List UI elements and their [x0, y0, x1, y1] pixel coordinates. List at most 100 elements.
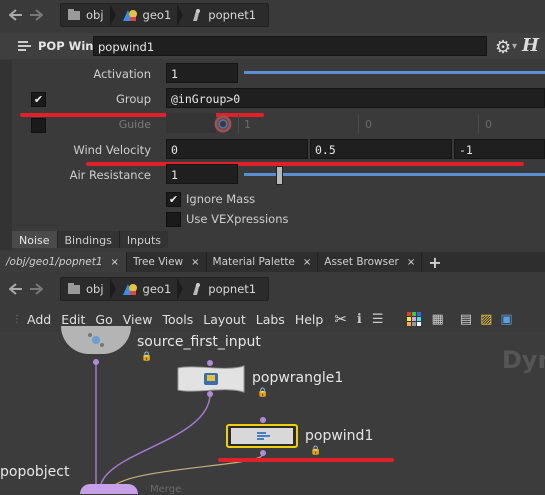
- wind-velocity-z[interactable]: -1: [454, 139, 545, 159]
- guide-label: Guide: [118, 118, 151, 131]
- group-label: Group: [115, 92, 151, 106]
- activation-label: Activation: [93, 67, 151, 81]
- add-tab-button[interactable]: +: [422, 252, 447, 272]
- close-icon[interactable]: ×: [111, 257, 119, 268]
- use-vex-label: Use VEXpressions: [186, 212, 289, 226]
- menu-go[interactable]: Go: [90, 312, 117, 327]
- close-icon[interactable]: ×: [191, 257, 199, 268]
- forward-arrow-icon[interactable]: [26, 279, 46, 299]
- breadcrumb: obj geo1 popnet1: [60, 277, 270, 301]
- gear-icon[interactable]: ⚙: [495, 37, 511, 58]
- wind-velocity-y[interactable]: 0.5: [310, 139, 452, 159]
- menu-edit[interactable]: Edit: [56, 312, 90, 327]
- tab-label: Material Palette: [212, 256, 295, 268]
- crumb-label: obj: [86, 8, 104, 22]
- tab-inputs[interactable]: Inputs: [118, 231, 169, 248]
- crumb-label: obj: [86, 282, 104, 296]
- merge-node[interactable]: [80, 484, 138, 494]
- close-icon[interactable]: ×: [407, 257, 415, 268]
- menu-view[interactable]: View: [118, 312, 158, 327]
- node-name-field[interactable]: popwind1: [93, 36, 487, 56]
- folder-icon: [68, 9, 80, 20]
- wind-node-icon: [18, 41, 31, 51]
- image-icon[interactable]: ▣: [500, 312, 512, 327]
- slider-handle[interactable]: [276, 166, 283, 185]
- sticky-note-icon[interactable]: ▨: [480, 312, 492, 327]
- tab-network-view[interactable]: /obj/geo1/popnet1 ×: [0, 252, 127, 272]
- lock-icon: 🔒: [257, 388, 269, 398]
- group-field[interactable]: @inGroup>0: [166, 88, 545, 108]
- color-wheel-icon: [214, 115, 232, 133]
- crumb-label: geo1: [142, 8, 172, 22]
- forward-arrow-icon[interactable]: [26, 5, 46, 25]
- left-strip: [0, 60, 12, 250]
- menu-layout[interactable]: Layout: [198, 312, 251, 327]
- back-arrow-icon[interactable]: [6, 279, 26, 299]
- lock-icon: 🔒: [141, 352, 153, 362]
- crumb-geo[interactable]: geo1: [116, 4, 184, 26]
- wrangle-node-label: popwrangle1: [252, 370, 344, 386]
- menu-tools[interactable]: Tools: [157, 312, 198, 327]
- activation-field[interactable]: 1: [166, 63, 238, 83]
- wires: [93, 359, 266, 490]
- close-icon[interactable]: ×: [303, 257, 311, 268]
- guide-color-swatch: [166, 113, 216, 133]
- tab-label: /obj/geo1/popnet1: [6, 256, 103, 268]
- param-tabs: Noise Bindings Inputs: [12, 231, 169, 248]
- gear-dropdown-icon[interactable]: ▾: [512, 41, 517, 52]
- guide-g: 0: [365, 118, 372, 131]
- back-arrow-icon[interactable]: [6, 5, 26, 25]
- use-vex-checkbox[interactable]: [166, 212, 181, 227]
- breadcrumb: obj geo1 popnet1: [60, 3, 270, 27]
- ignore-mass-checkbox[interactable]: ✔: [166, 192, 181, 207]
- network-path-bar: obj geo1 popnet1: [0, 274, 545, 304]
- popobject-node-label: popobject: [0, 464, 70, 480]
- grid-icon[interactable]: ▦: [432, 312, 444, 327]
- wind-velocity-x[interactable]: 0: [166, 139, 308, 159]
- crumb-obj[interactable]: obj: [61, 4, 116, 26]
- menu-help[interactable]: Help: [290, 312, 329, 327]
- air-resistance-slider[interactable]: [244, 173, 545, 176]
- crumb-obj[interactable]: obj: [61, 278, 116, 300]
- folder-icon: [68, 283, 80, 294]
- guide-r: 1: [244, 118, 251, 131]
- tab-noise[interactable]: Noise: [12, 231, 57, 248]
- pane-tab-bar: /obj/geo1/popnet1 × Tree View × Material…: [0, 252, 545, 272]
- tab-tree-view[interactable]: Tree View ×: [127, 252, 207, 272]
- ignore-mass-label: Ignore Mass: [186, 192, 256, 206]
- source-icon: [88, 333, 104, 347]
- popnet-icon: [193, 9, 201, 21]
- menu-labs[interactable]: Labs: [251, 312, 290, 327]
- crumb-popnet[interactable]: popnet1: [183, 4, 268, 26]
- guide-b: 0: [485, 118, 492, 131]
- wind-node[interactable]: [226, 424, 298, 448]
- list-icon[interactable]: ☰: [372, 312, 384, 327]
- crumb-geo[interactable]: geo1: [116, 278, 184, 300]
- color-grid-icon[interactable]: [406, 311, 422, 327]
- tab-label: Asset Browser: [324, 256, 399, 268]
- param-path-bar: obj geo1 popnet1: [0, 0, 545, 30]
- network-canvas[interactable]: Dyn source_first_input 🔒 popwrangle1 🔒 p…: [0, 326, 545, 495]
- red-annotation-underline: [218, 458, 394, 462]
- tab-asset-browser[interactable]: Asset Browser ×: [318, 252, 423, 272]
- network-box-icon[interactable]: ▤: [460, 312, 472, 327]
- geo-icon: [122, 10, 137, 21]
- popnet-icon: [193, 283, 201, 295]
- crumb-label: geo1: [142, 282, 172, 296]
- activation-slider[interactable]: [244, 71, 545, 74]
- source-node-label: source_first_input: [137, 334, 261, 350]
- help-icon[interactable]: H: [522, 35, 539, 56]
- wrangle-node[interactable]: [176, 364, 246, 394]
- tab-bindings[interactable]: Bindings: [56, 231, 119, 248]
- tab-material-palette[interactable]: Material Palette ×: [207, 252, 319, 272]
- air-resistance-label: Air Resistance: [69, 168, 151, 182]
- crumb-label: popnet1: [208, 8, 257, 22]
- wind-node-label: popwind1: [305, 428, 374, 444]
- menu-add[interactable]: Add: [22, 312, 56, 327]
- air-resistance-field[interactable]: 1: [166, 164, 238, 184]
- crumb-popnet[interactable]: popnet1: [183, 278, 268, 300]
- wind-velocity-label: Wind Velocity: [73, 143, 151, 157]
- crumb-label: popnet1: [208, 282, 257, 296]
- tree-icon[interactable]: ℹ: [357, 312, 362, 327]
- wrench-icon[interactable]: ✂: [334, 310, 347, 328]
